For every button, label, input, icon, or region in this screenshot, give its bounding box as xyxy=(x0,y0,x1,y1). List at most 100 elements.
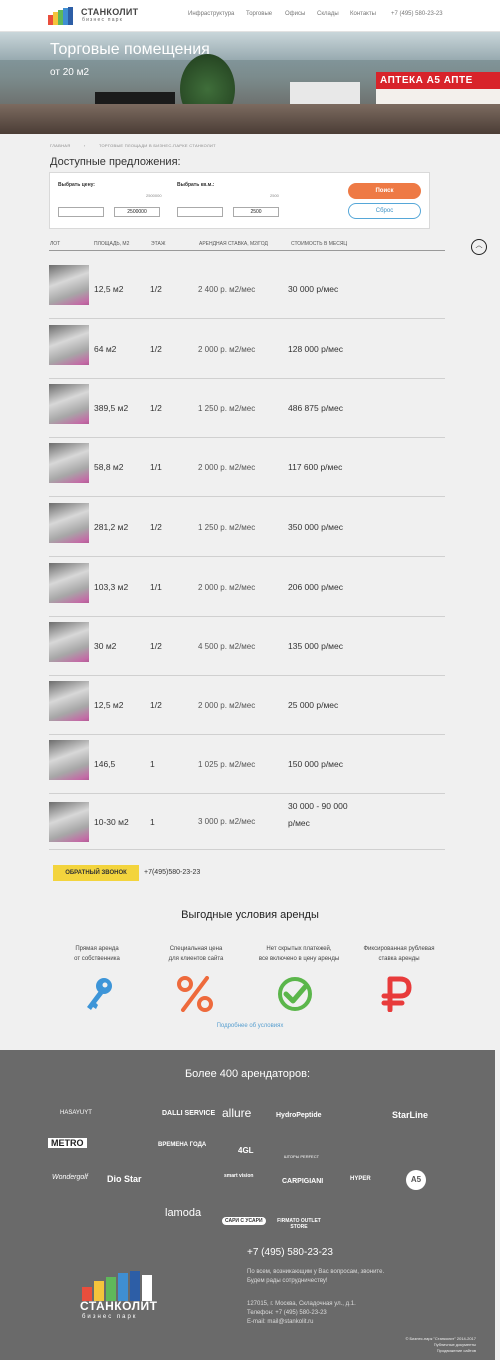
brand-logo: FIRMATO OUTLET STORE xyxy=(277,1218,321,1230)
table-row[interactable]: 64 м2 1/2 2 000 р. м2/мес 128 000 р/мес xyxy=(49,320,445,379)
footer-logo-bar xyxy=(94,1281,104,1301)
key-icon xyxy=(87,978,112,1010)
brand-logo: METRO xyxy=(48,1138,87,1148)
condition-direct-lease: Прямая аренда от собственника xyxy=(49,944,145,964)
lot-thumbnail[interactable] xyxy=(49,622,89,662)
logo[interactable]: СТАНКОЛИТ бизнес парк xyxy=(48,5,138,27)
footer-logo[interactable]: СТАНКОЛИТ бизнес парк xyxy=(80,1255,170,1325)
table-row[interactable]: 10-30 м2 1 3 000 р. м2/мес 30 000 - 90 0… xyxy=(49,794,445,850)
lot-thumbnail[interactable] xyxy=(49,325,89,365)
table-row[interactable]: 146,5 1 1 025 р. м2/мес 150 000 р/мес xyxy=(49,735,445,794)
footer-message: По всем, возникающим у Вас вопросам, зво… xyxy=(247,1268,384,1286)
row-floor: 1/2 xyxy=(150,700,162,710)
table-row[interactable]: 30 м2 1/2 4 500 р. м2/мес 135 000 р/мес xyxy=(49,617,445,676)
row-area: 146,5 xyxy=(94,759,116,769)
table-row[interactable]: 389,5 м2 1/2 1 250 р. м2/мес 486 875 р/м… xyxy=(49,379,445,438)
condition-line: Фиксированная рублевая xyxy=(363,946,435,952)
search-button[interactable]: Поиск xyxy=(348,183,421,199)
row-floor: 1/2 xyxy=(150,522,162,532)
callback-phone[interactable]: +7(495)580-23-23 xyxy=(144,869,200,876)
row-rate: 2 000 р. м2/мес xyxy=(198,462,256,472)
logo-bars-icon xyxy=(48,7,78,25)
area-to-input[interactable] xyxy=(233,207,279,217)
lot-thumbnail[interactable] xyxy=(49,563,89,603)
col-floor: ЭТАЖ xyxy=(151,241,166,247)
footer-logo-bar xyxy=(106,1277,116,1301)
nav-contacts[interactable]: Контакты xyxy=(350,11,376,17)
col-area: ПЛОЩАДЬ, М2 xyxy=(94,241,130,247)
row-cost-unit: р/мес xyxy=(288,818,310,828)
hero-pharmacy-text: АПТЕКА A5 АПТЕ xyxy=(380,75,473,86)
row-area: 58,8 м2 xyxy=(94,462,124,472)
lot-thumbnail[interactable] xyxy=(49,681,89,721)
footer-message-line: Будем рады сотрудничеству! xyxy=(247,1278,328,1284)
row-floor: 1 xyxy=(150,759,155,769)
row-rate: 2 400 р. м2/мес xyxy=(198,284,256,294)
row-rate: 2 000 р. м2/мес xyxy=(198,582,256,592)
page-subtitle: от 20 м2 xyxy=(50,67,90,78)
footer-address: 127015, г. Москва, Складочная ул., д.1. … xyxy=(247,1300,356,1327)
price-from-input[interactable] xyxy=(58,207,104,217)
row-floor: 1 xyxy=(150,816,155,827)
logo-subtitle: бизнес парк xyxy=(82,17,124,23)
nav-warehouses[interactable]: Склады xyxy=(317,11,339,17)
lot-thumbnail[interactable] xyxy=(49,443,89,483)
scroll-up-icon[interactable]: ︿ xyxy=(471,239,487,255)
row-cost: 117 600 р/мес xyxy=(288,462,343,472)
brand-logo: A5 xyxy=(406,1170,426,1190)
condition-line: от собственника xyxy=(74,956,120,962)
condition-special-price: Специальная цена для клиентов сайта xyxy=(148,944,244,964)
table-row[interactable]: 12,5 м2 1/2 2 400 р. м2/мес 30 000 р/мес xyxy=(49,260,445,319)
lot-thumbnail[interactable] xyxy=(49,802,89,842)
hero-floor xyxy=(0,104,500,134)
table-row[interactable]: 103,3 м2 1/1 2 000 р. м2/мес 206 000 р/м… xyxy=(49,558,445,617)
row-area: 12,5 м2 xyxy=(94,284,124,294)
brand-logo: ВРЕМЕНА ГОДА xyxy=(158,1142,207,1148)
row-cost: 25 000 р/мес xyxy=(288,700,339,710)
nav-offices[interactable]: Офисы xyxy=(285,11,305,17)
row-rate: 4 500 р. м2/мес xyxy=(198,641,256,651)
price-to-input[interactable] xyxy=(114,207,160,217)
footer-logo-bar xyxy=(130,1271,140,1301)
nav-retail[interactable]: Торговые xyxy=(246,11,272,17)
lot-thumbnail[interactable] xyxy=(49,384,89,424)
footer-phone[interactable]: +7 (495) 580-23-23 xyxy=(247,1247,333,1258)
lot-thumbnail[interactable] xyxy=(49,503,89,543)
header-phone[interactable]: +7 (495) 580-23-23 xyxy=(391,11,443,17)
condition-line: Специальная цена xyxy=(169,946,223,952)
footer-logo-subtitle: бизнес парк xyxy=(82,1314,138,1320)
conditions-more-link[interactable]: Подробнее об условиях xyxy=(0,1023,500,1029)
price-max: 2500000 xyxy=(146,193,162,198)
col-rate: АРЕНДНАЯ СТАВКА, М2/ГОД xyxy=(199,241,268,247)
offers-title: Доступные предложения: xyxy=(50,156,181,168)
table-header-divider xyxy=(49,250,445,251)
footer-message-line: По всем, возникающим у Вас вопросам, зво… xyxy=(247,1269,385,1275)
table-row[interactable]: 58,8 м2 1/1 2 000 р. м2/мес 117 600 р/ме… xyxy=(49,438,445,497)
row-area: 389,5 м2 xyxy=(94,403,129,413)
brand-logo: lamoda xyxy=(165,1207,202,1219)
nav-infrastructure[interactable]: Инфраструктура xyxy=(188,11,234,17)
table-row[interactable]: 281,2 м2 1/2 1 250 р. м2/мес 350 000 р/м… xyxy=(49,498,445,557)
conditions-title: Выгодные условия аренды xyxy=(181,909,319,921)
area-from-input[interactable] xyxy=(177,207,223,217)
row-cost: 135 000 р/мес xyxy=(288,641,343,651)
brand-logo: HASAYUYT xyxy=(60,1110,92,1116)
lot-thumbnail[interactable] xyxy=(49,265,89,305)
row-floor: 1/2 xyxy=(150,284,162,294)
table-row[interactable]: 12,5 м2 1/2 2 000 р. м2/мес 25 000 р/мес xyxy=(49,676,445,735)
brand-logo: allure xyxy=(222,1106,252,1120)
callback-button[interactable]: ОБРАТНЫЙ ЗВОНОК xyxy=(53,865,139,881)
breadcrumb-home[interactable]: ГЛАВНАЯ xyxy=(50,143,70,148)
condition-line: все включено в цену аренды xyxy=(258,956,340,962)
row-floor: 1/2 xyxy=(150,344,162,354)
lot-thumbnail[interactable] xyxy=(49,740,89,780)
area-max: 2500 xyxy=(270,193,279,198)
brand-logo: САРИ С УСАРИ xyxy=(222,1217,266,1225)
row-cost: 30 000 р/мес xyxy=(288,284,339,294)
reset-button[interactable]: Сброс xyxy=(348,203,421,219)
row-cost: 128 000 р/мес xyxy=(288,344,343,354)
footer-email[interactable]: E-mail: mail@stankolit.ru xyxy=(247,1318,356,1327)
brand-logo: Wondergolf xyxy=(52,1174,88,1181)
condition-line: Прямая аренда xyxy=(75,946,119,952)
page-title: Торговые помещения xyxy=(50,41,210,58)
